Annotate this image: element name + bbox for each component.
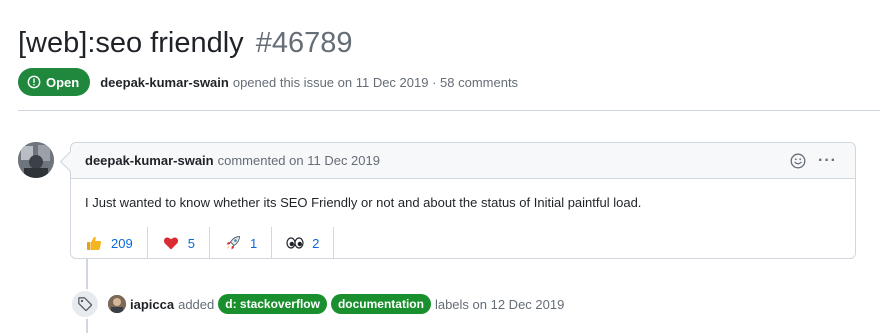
reaction-count: 2: [312, 235, 320, 251]
state-label: Open: [46, 74, 80, 90]
event-actor-link[interactable]: iapicca: [130, 297, 174, 312]
kebab-menu-icon[interactable]: ···: [818, 152, 837, 170]
reaction-thumbs-up[interactable]: 209: [71, 227, 148, 259]
eyes-icon: [286, 234, 304, 252]
issue-author-link[interactable]: deepak-kumar-swain: [100, 75, 229, 90]
issue-opened-text: opened this issue on 11 Dec 2019 · 58 co…: [232, 74, 519, 90]
issue-number: #46789: [255, 27, 353, 59]
reaction-eyes[interactable]: 2: [272, 227, 335, 259]
reaction-count: 209: [111, 235, 133, 251]
label-badge[interactable]: documentation: [330, 294, 431, 314]
label-event: iapicca added d: stackoverflow documenta…: [108, 293, 564, 315]
comment-actions: ···: [790, 143, 837, 179]
smiley-icon[interactable]: [790, 153, 806, 169]
issue-title-text: [web]:seo friendly: [18, 27, 244, 59]
reactions-bar: 209 5 1 2: [71, 227, 855, 259]
issue-meta: Open deepak-kumar-swain opened this issu…: [18, 68, 518, 96]
reaction-heart[interactable]: 5: [148, 227, 210, 259]
comment-header: deepak-kumar-swain commented on 11 Dec 2…: [71, 143, 855, 179]
heart-icon: [162, 234, 180, 252]
avatar[interactable]: [18, 142, 54, 178]
header-divider: [18, 110, 880, 111]
event-avatar[interactable]: [108, 295, 126, 313]
reaction-count: 1: [249, 235, 258, 251]
label-badge[interactable]: d: stackoverflow: [218, 294, 327, 314]
issue-open-icon: [27, 75, 41, 89]
reaction-rocket[interactable]: 1: [210, 227, 273, 259]
state-badge: Open: [18, 68, 91, 96]
comment-body: I Just wanted to know whether its SEO Fr…: [85, 195, 642, 210]
event-suffix: labels on 12 Dec 2019: [434, 296, 565, 312]
comment-timestamp[interactable]: commented on 11 Dec 2019: [218, 153, 380, 168]
thumbs-up-icon: [85, 234, 103, 252]
issue-title: [web]:seo friendly #46789: [18, 24, 353, 62]
comment-box: deepak-kumar-swain commented on 11 Dec 2…: [70, 142, 856, 259]
reaction-count: 5: [187, 235, 195, 251]
event-action: added: [178, 296, 215, 312]
tag-icon: [70, 289, 100, 319]
rocket-icon: [224, 234, 242, 252]
avatar-image: [18, 142, 54, 178]
comment-author-link[interactable]: deepak-kumar-swain: [85, 153, 214, 168]
